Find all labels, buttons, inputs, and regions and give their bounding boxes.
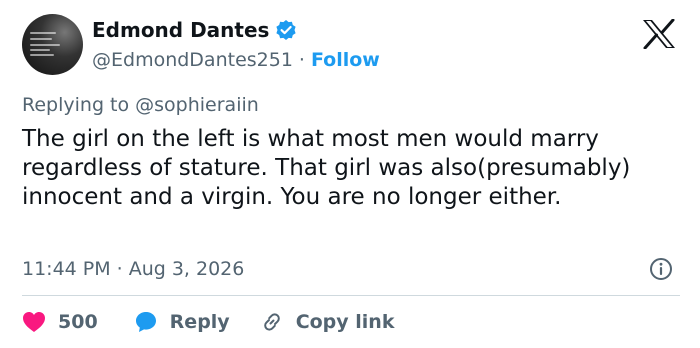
author-handle[interactable]: @EdmondDantes251	[92, 48, 293, 72]
reply-bubble-icon	[134, 310, 158, 334]
avatar[interactable]	[22, 14, 83, 75]
reply-button[interactable]: Reply	[134, 310, 230, 334]
like-count: 500	[58, 311, 98, 333]
heart-icon	[22, 311, 46, 333]
tweet-timestamp[interactable]: 11:44 PM · Aug 3, 2026	[22, 257, 244, 281]
reply-label: Reply	[169, 311, 230, 333]
copy-link-button[interactable]: Copy link	[260, 310, 395, 334]
tweet-text: The girl on the left is what most men wo…	[22, 126, 631, 210]
copy-link-label: Copy link	[295, 311, 395, 333]
author-handle-row: @EdmondDantes251 · Follow	[92, 48, 380, 72]
divider	[22, 295, 680, 296]
action-bar: 500 Reply Copy link	[22, 309, 394, 335]
link-icon	[260, 310, 284, 334]
verified-badge-icon	[275, 19, 297, 41]
tweet-card: Edmond Dantes @EdmondDantes251 · Follow …	[0, 0, 700, 348]
replying-to: Replying to @sophieraiin	[22, 93, 259, 117]
author-name-row: Edmond Dantes	[92, 18, 297, 42]
info-icon[interactable]	[649, 257, 673, 281]
follow-button[interactable]: Follow	[311, 48, 380, 72]
tweet-time[interactable]: 11:44 PM	[22, 257, 111, 281]
timestamp-separator: ·	[116, 258, 123, 280]
handle-separator: ·	[298, 49, 305, 71]
tweet-date[interactable]: Aug 3, 2026	[129, 257, 245, 281]
x-logo-icon[interactable]	[642, 18, 676, 50]
author-display-name[interactable]: Edmond Dantes	[92, 18, 269, 42]
reply-mention-link[interactable]: @sophieraiin	[135, 94, 259, 116]
replying-prefix: Replying to	[22, 94, 136, 116]
like-button[interactable]: 500	[22, 311, 98, 333]
